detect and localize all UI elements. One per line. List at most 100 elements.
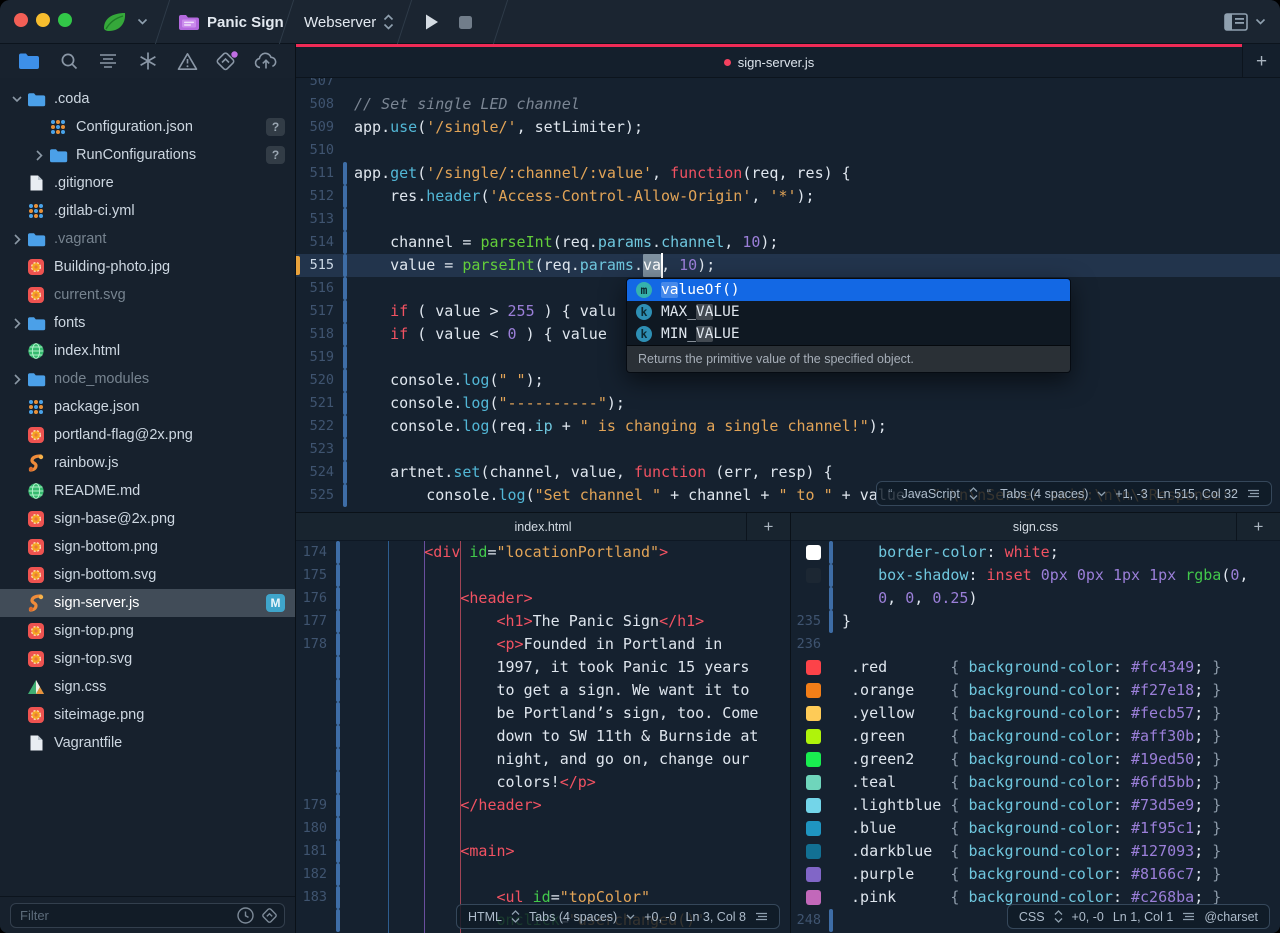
code-line[interactable]: 510	[296, 139, 1280, 162]
code-line[interactable]: 174 <div id="locationPortland">	[296, 541, 790, 564]
minimize-window-button[interactable]	[36, 13, 50, 27]
code-line[interactable]: 1997, it took Panic 15 years	[296, 656, 790, 679]
sidebar-item-Configuration.json[interactable]: Configuration.json?	[0, 113, 295, 141]
code-line[interactable]: colors!</p>	[296, 771, 790, 794]
editor-status-bar[interactable]: HTML Tabs (4 spaces) +0, -0 Ln 3, Col 8	[456, 904, 780, 929]
sidebar-item-package.json[interactable]: package.json	[0, 393, 295, 421]
charset-indicator[interactable]: @charset	[1204, 910, 1258, 924]
publish-icon[interactable]	[214, 49, 240, 73]
code-line[interactable]: .green { background-color: #aff30b; }	[791, 725, 1280, 748]
sidebar-item-fonts[interactable]: fonts	[0, 309, 295, 337]
code-line[interactable]: 175	[296, 564, 790, 587]
code-line[interactable]: .red { background-color: #fc4349; }	[791, 656, 1280, 679]
sidebar-item-rainbow.js[interactable]: rainbow.js	[0, 449, 295, 477]
sidebar-item-node_modules[interactable]: node_modules	[0, 365, 295, 393]
code-line[interactable]: 0, 0, 0.25)	[791, 587, 1280, 610]
code-line[interactable]: be Portland’s sign, too. Come	[296, 702, 790, 725]
sidebar-item-portland-flag@2x.png[interactable]: portland-flag@2x.png	[0, 421, 295, 449]
menu-icon[interactable]	[1182, 912, 1195, 921]
sidebar-item-RunConfigurations[interactable]: RunConfigurations?	[0, 141, 295, 169]
layout-switcher[interactable]	[1224, 0, 1266, 44]
sidebar-item-sign-base@2x.png[interactable]: sign-base@2x.png	[0, 505, 295, 533]
chevron-right-icon[interactable]	[36, 150, 43, 161]
code-line[interactable]: night, and go on, change our	[296, 748, 790, 771]
language-mode-selector[interactable]: CSS	[1019, 910, 1045, 924]
new-tab-button[interactable]: +	[1236, 513, 1280, 541]
sidebar-item-.gitignore[interactable]: .gitignore	[0, 169, 295, 197]
sidebar-item-README.md[interactable]: README.md	[0, 477, 295, 505]
code-line[interactable]: border-color: white;	[791, 541, 1280, 564]
sidebar-item-index.html[interactable]: index.html	[0, 337, 295, 365]
validation-warning-icon[interactable]	[174, 49, 200, 73]
indent-mode-selector[interactable]: Tabs (4 spaces)	[1000, 487, 1088, 501]
pane-header[interactable]: sign.css +	[791, 513, 1280, 541]
publish-filter-icon[interactable]	[260, 906, 279, 925]
sidebar-item-sign-bottom.png[interactable]: sign-bottom.png	[0, 533, 295, 561]
sidebar-item-sign.css[interactable]: sign.css	[0, 673, 295, 701]
code-line[interactable]: 507	[296, 78, 1280, 93]
stop-button[interactable]	[458, 0, 473, 44]
code-line[interactable]: 523	[296, 438, 1280, 461]
sidebar-item-sign-top.svg[interactable]: sign-top.svg	[0, 645, 295, 673]
sidebar-item-.vagrant[interactable]: .vagrant	[0, 225, 295, 253]
target-selector[interactable]: Webserver	[304, 0, 394, 44]
autocomplete-item[interactable]: kMIN_VALUE	[627, 323, 1070, 345]
code-line[interactable]: .green2 { background-color: #19ed50; }	[791, 748, 1280, 771]
chevron-right-icon[interactable]	[14, 374, 21, 385]
autocomplete-item[interactable]: mvalueOf()	[627, 279, 1070, 301]
code-line[interactable]: down to SW 11th & Burnside at	[296, 725, 790, 748]
sidebar-item-current.svg[interactable]: current.svg	[0, 281, 295, 309]
code-line[interactable]: 511app.get('/single/:channel/:value', fu…	[296, 162, 1280, 185]
chevron-right-icon[interactable]	[14, 234, 21, 245]
code-line[interactable]: 180	[296, 817, 790, 840]
files-tab-icon[interactable]	[16, 49, 42, 73]
chevron-right-icon[interactable]	[14, 318, 21, 329]
new-tab-button[interactable]: +	[1242, 47, 1280, 77]
sync-cloud-icon[interactable]	[253, 49, 279, 73]
code-line[interactable]: 182	[296, 863, 790, 886]
language-mode-selector[interactable]: JavaScript	[901, 487, 959, 501]
code-line[interactable]: 515 value = parseInt(req.params.va, 10);	[296, 254, 1280, 277]
code-line[interactable]: .darkblue { background-color: #127093; }	[791, 840, 1280, 863]
code-line[interactable]: 176 <header>	[296, 587, 790, 610]
sidebar-item-Vagrantfile[interactable]: Vagrantfile	[0, 729, 295, 757]
sidebar-item-sign-top.png[interactable]: sign-top.png	[0, 617, 295, 645]
code-line[interactable]: .orange { background-color: #f27e18; }	[791, 679, 1280, 702]
autocomplete-item[interactable]: kMAX_VALUE	[627, 301, 1070, 323]
language-mode-selector[interactable]: HTML	[468, 910, 502, 924]
code-line[interactable]: 514 channel = parseInt(req.params.channe…	[296, 231, 1280, 254]
zoom-window-button[interactable]	[58, 13, 72, 27]
code-line[interactable]: box-shadow: inset 0px 0px 1px 1px rgba(0…	[791, 564, 1280, 587]
code-line[interactable]: 522 console.log(req.ip + " is changing a…	[296, 415, 1280, 438]
sidebar-item-sign-server.js[interactable]: sign-server.jsM	[0, 589, 295, 617]
code-line[interactable]: 181 <main>	[296, 840, 790, 863]
code-line[interactable]: 178 <p>Founded in Portland in	[296, 633, 790, 656]
clips-asterisk-icon[interactable]	[135, 49, 161, 73]
chevron-down-icon[interactable]	[12, 96, 22, 103]
sidebar-item-siteimage.png[interactable]: siteimage.png	[0, 701, 295, 729]
code-line[interactable]: .blue { background-color: #1f95c1; }	[791, 817, 1280, 840]
tab-sign-server-js[interactable]: sign-server.js	[296, 47, 1242, 77]
close-window-button[interactable]	[14, 13, 28, 27]
symbols-navigator-icon[interactable]	[95, 49, 121, 73]
menu-icon[interactable]	[755, 912, 768, 921]
pane-header[interactable]: index.html +	[296, 513, 790, 541]
sidebar-item-.gitlab-ci.yml[interactable]: .gitlab-ci.yml	[0, 197, 295, 225]
search-icon[interactable]	[56, 49, 82, 73]
sidebar-item-sign-bottom.svg[interactable]: sign-bottom.svg	[0, 561, 295, 589]
code-line[interactable]: 513	[296, 208, 1280, 231]
run-button[interactable]	[424, 0, 440, 44]
code-line[interactable]: 512 res.header('Access-Control-Allow-Ori…	[296, 185, 1280, 208]
sidebar-item-.coda[interactable]: .coda	[0, 85, 295, 113]
menu-icon[interactable]	[1247, 489, 1260, 498]
code-line[interactable]: .teal { background-color: #6fd5bb; }	[791, 771, 1280, 794]
code-line[interactable]: .lightblue { background-color: #73d5e9; …	[791, 794, 1280, 817]
code-line[interactable]: 508// Set single LED channel	[296, 93, 1280, 116]
app-menu-button[interactable]	[100, 0, 148, 44]
new-tab-button[interactable]: +	[746, 513, 790, 541]
code-line[interactable]: 509app.use('/single/', setLimiter);	[296, 116, 1280, 139]
code-line[interactable]: 236	[791, 633, 1280, 656]
project-switcher[interactable]: Panic Sign	[178, 0, 284, 44]
code-line[interactable]: 521 console.log("----------");	[296, 392, 1280, 415]
indent-mode-selector[interactable]: Tabs (4 spaces)	[529, 910, 617, 924]
